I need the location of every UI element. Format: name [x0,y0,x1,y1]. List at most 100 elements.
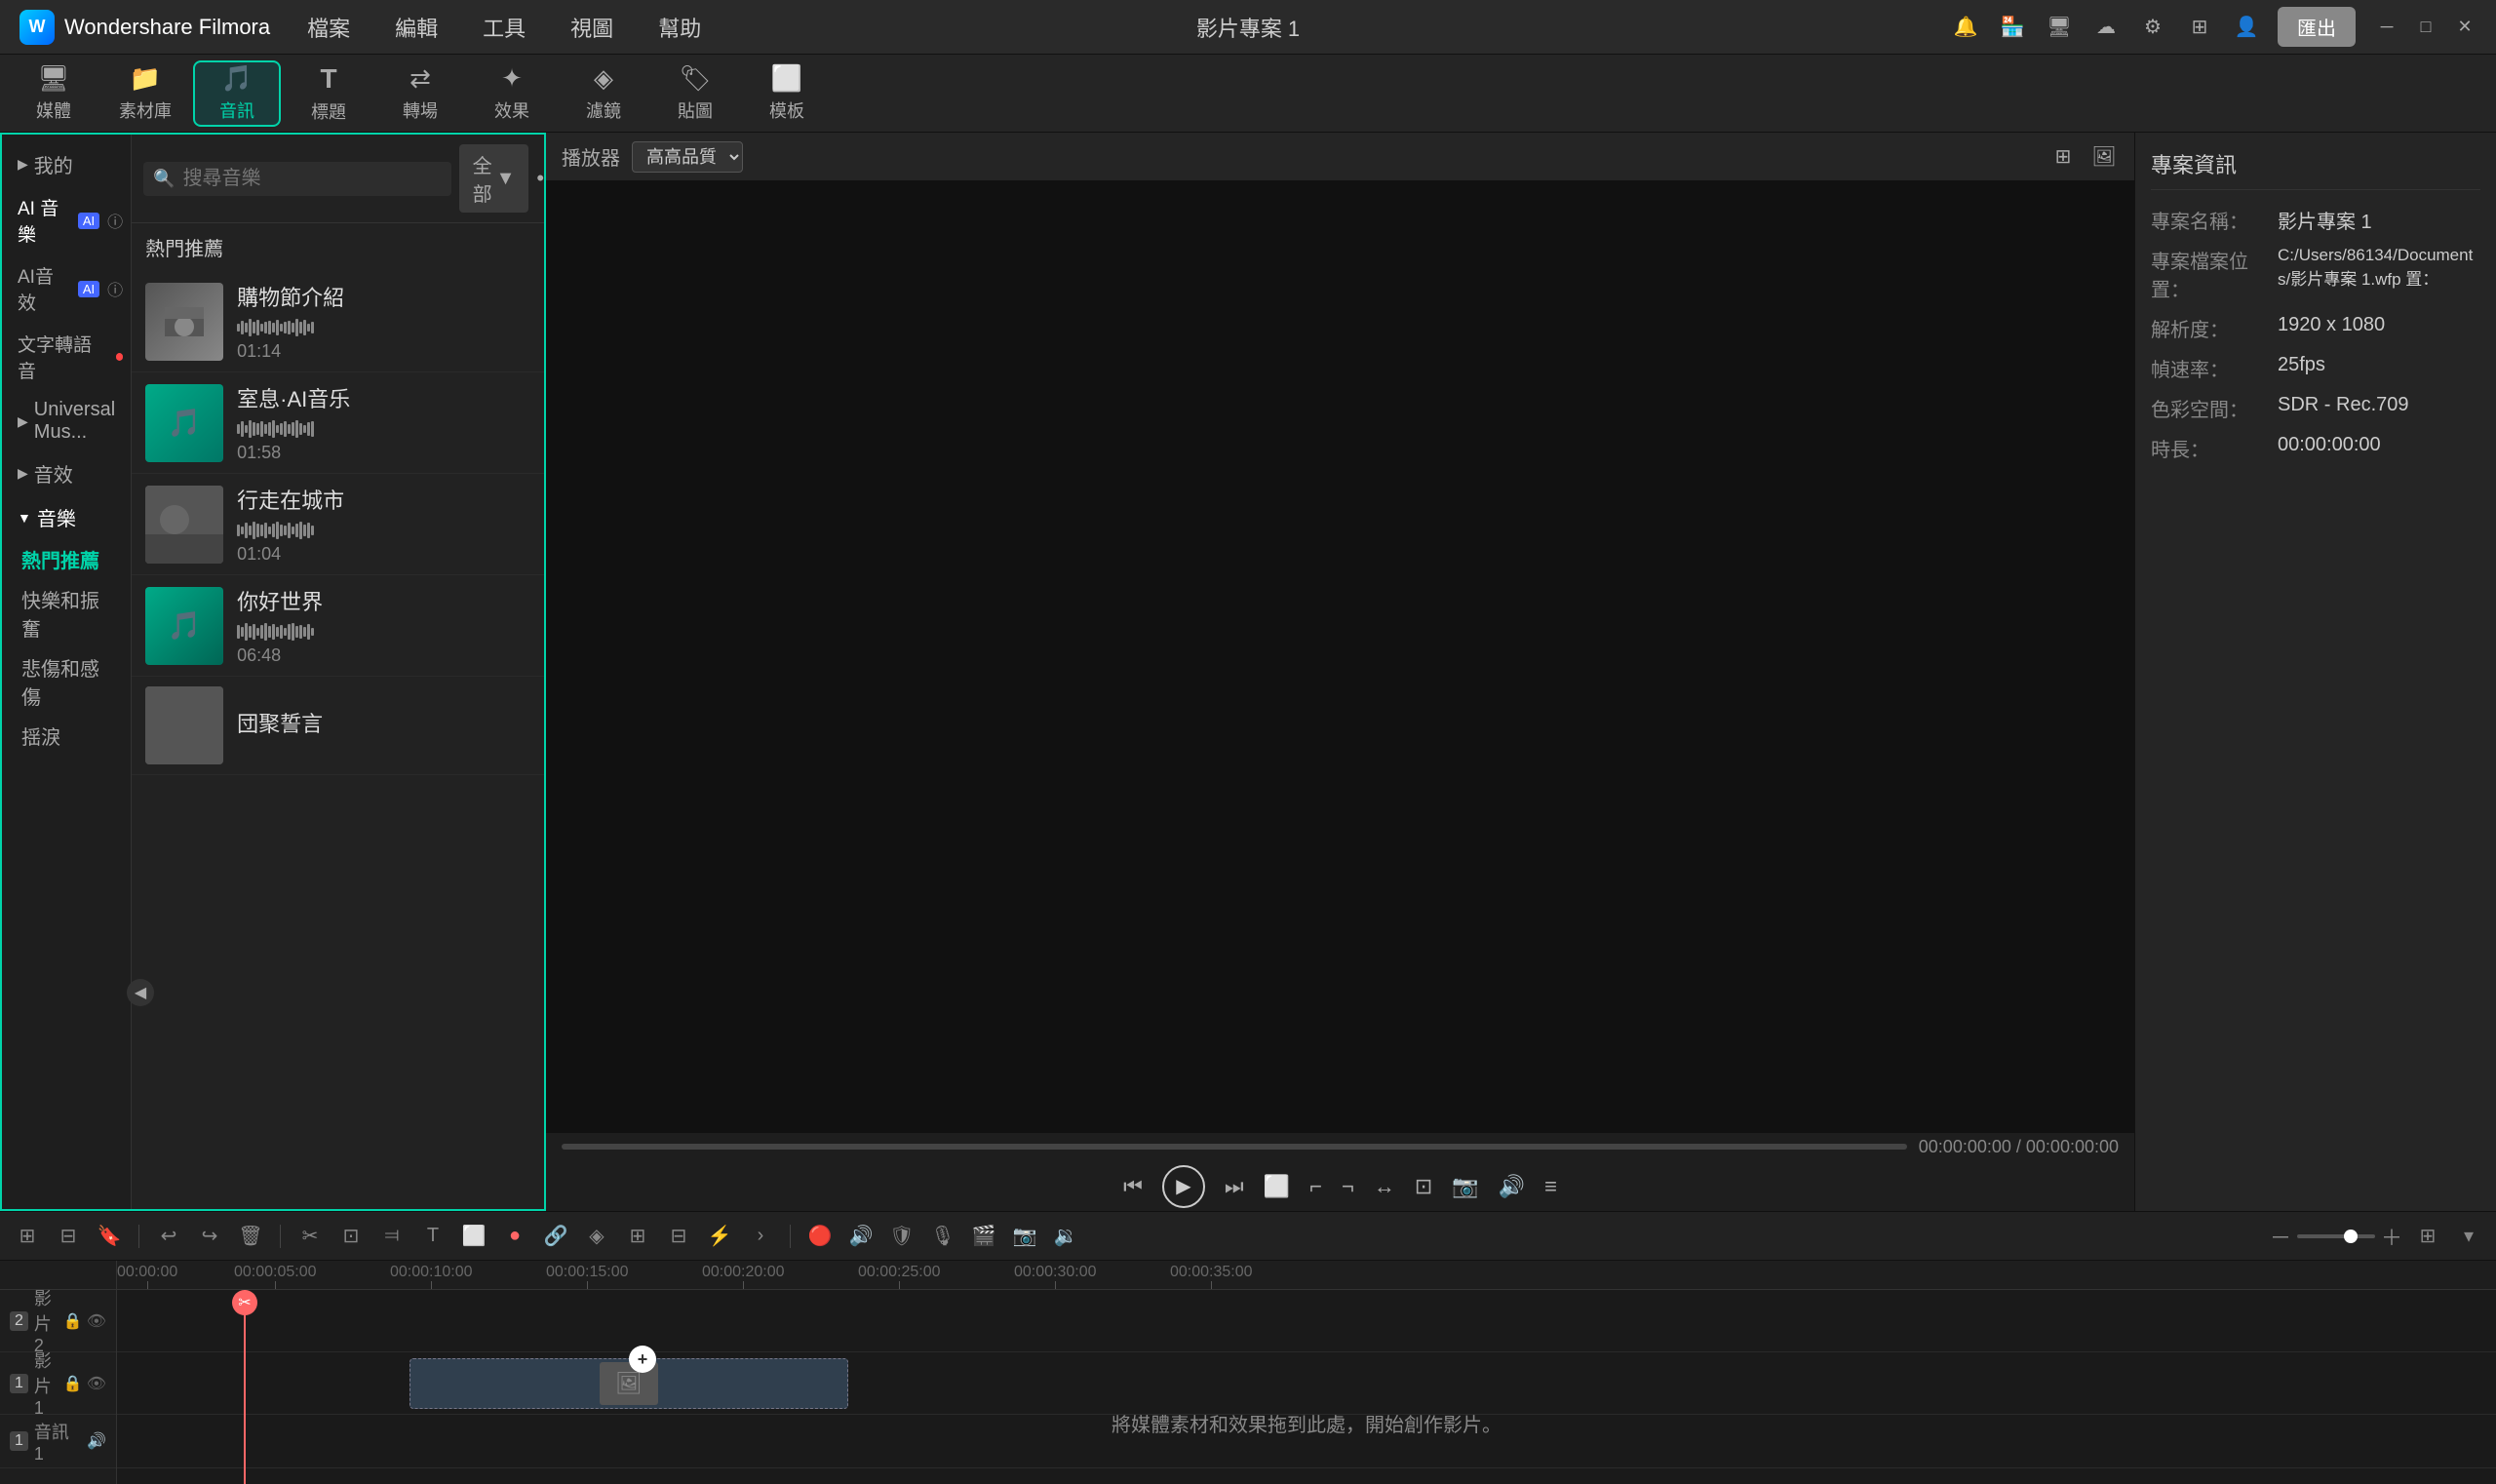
toolbar-sticker[interactable]: 🏷 貼圖 [651,60,739,127]
mask-tool-btn[interactable]: ◈ [581,1221,612,1252]
redo-button[interactable]: ↪ [194,1221,225,1252]
track-vol-icon[interactable]: 🔊 [87,1431,106,1451]
sidebar-item-music[interactable]: ▼ 音樂 [2,495,131,539]
auto-track-button[interactable]: ⊟ [53,1221,84,1252]
more-tools-btn[interactable]: › [745,1221,776,1252]
clip-button[interactable]: ⊡ [1415,1174,1432,1199]
download-icon[interactable]: ⬇ [541,613,544,638]
minimize-button[interactable]: ─ [2375,16,2398,39]
download-icon[interactable]: ⬇ [541,512,544,536]
group-btn[interactable]: ⊞ [622,1221,653,1252]
sidebar-item-mine[interactable]: ▶ 我的 [2,142,131,186]
go-start-button[interactable]: ⏮ [1123,1174,1143,1199]
mark-in-button[interactable]: ⌐ [1309,1174,1322,1199]
track-eye-icon[interactable]: 👁 [87,1374,106,1393]
toolbar-audio[interactable]: 🎵 音訊 [193,60,281,127]
search-input[interactable] [183,168,442,190]
sidebar-subitem-sad[interactable]: 悲傷和感傷 [2,647,131,716]
export-button[interactable]: 匯出 [2278,7,2356,47]
trim-tool-btn[interactable]: ⊡ [335,1221,367,1252]
music-item[interactable]: 🎵 室息·AI音乐 01:58 ⬇ [132,372,544,474]
snapshot-icon[interactable]: 🖼 [2089,142,2119,172]
toolbar-transition[interactable]: ⇄ 轉場 [376,60,464,127]
zoom-slider[interactable] [2297,1234,2375,1238]
markers-button[interactable]: 🔖 [94,1221,125,1252]
mark-out-button[interactable]: ¬ [1342,1174,1354,1199]
sidebar-item-ai-effect[interactable]: AI音效 AI ⓘ [2,254,131,323]
user-avatar[interactable]: 👤 [2231,12,2262,43]
music-item[interactable]: 購物節介紹 01:14 [132,271,544,372]
color-tool-btn[interactable]: ● [499,1221,530,1252]
progress-bar[interactable] [562,1144,1907,1150]
play-pause-button[interactable]: ▶ [1162,1165,1205,1208]
maximize-button[interactable]: □ [2414,16,2438,39]
download-cloud-icon[interactable]: ☁ [2090,12,2122,43]
speed-btn[interactable]: ⚡ [704,1221,735,1252]
toolbar-template[interactable]: ⬜ 模板 [743,60,831,127]
draw-tool-btn[interactable]: ⬜ [458,1221,489,1252]
ungroup-btn[interactable]: ⊟ [663,1221,694,1252]
shield-btn[interactable]: 🛡 [886,1221,917,1252]
cut-button[interactable]: ✂ [294,1221,326,1252]
audio-detect-btn[interactable]: 🔊 [845,1221,877,1252]
zoom-in-button[interactable]: ＋ [2381,1221,2402,1252]
close-button[interactable]: ✕ [2453,16,2476,39]
trim-button[interactable]: ↔ [1374,1174,1395,1199]
toolbar-effect[interactable]: ✦ 效果 [468,60,556,127]
stop-button[interactable]: ⬜ [1264,1174,1290,1199]
track-lock-icon[interactable]: 🔒 [63,1311,83,1331]
toolbar-filter[interactable]: ◈ 濾鏡 [560,60,647,127]
settings-icon[interactable]: ⚙ [2137,12,2168,43]
sidebar-item-universal[interactable]: ▶ Universal Mus... [2,391,131,451]
vol-btn[interactable]: 🔉 [1050,1221,1081,1252]
track-eye-icon[interactable]: 👁 [87,1311,106,1331]
video-clip[interactable]: + 🖼 [410,1358,848,1409]
quality-select[interactable]: 高高品質 [632,141,743,173]
go-end-button[interactable]: ⏭ [1225,1174,1244,1199]
zoom-out-button[interactable]: － [2270,1221,2291,1252]
fullscreen-icon[interactable]: ⊞ [2048,142,2078,172]
music-item[interactable]: 🎵 你好世界 06:48 ⬇ [132,575,544,677]
link-tool-btn[interactable]: 🔗 [540,1221,571,1252]
snapshot-btn[interactable]: 📷 [1452,1174,1478,1199]
playhead[interactable]: ✂ [244,1290,246,1484]
filter-button[interactable]: 全部 ▼ [459,144,529,213]
sidebar-item-text-speech[interactable]: 文字轉語音 [2,323,131,391]
more-controls-btn[interactable]: ≡ [1544,1174,1557,1199]
sidebar-collapse-btn[interactable]: ◀ [127,979,154,1006]
volume-button[interactable]: 🔊 [1499,1174,1525,1199]
clip-btn2[interactable]: 🎬 [968,1221,999,1252]
toolbar-media[interactable]: 🖥 媒體 [10,60,98,127]
notification-icon[interactable]: 🔔 [1950,12,1981,43]
sidebar-item-sfx[interactable]: ▶ 音效 [2,451,131,495]
add-to-clip-button[interactable]: + [629,1346,656,1373]
sidebar-item-ai-music[interactable]: AI 音樂 AI ⓘ [2,186,131,254]
track-lock-icon[interactable]: 🔒 [63,1374,83,1393]
undo-button[interactable]: ↩ [153,1221,184,1252]
grid-view-btn[interactable]: ⊞ [2412,1221,2443,1252]
sidebar-subitem-popular[interactable]: 熱門推薦 [2,539,131,579]
menu-edit[interactable]: 編輯 [387,8,446,47]
photo-btn[interactable]: 📷 [1009,1221,1040,1252]
mic-btn[interactable]: 🎙 [927,1221,958,1252]
toolbar-material[interactable]: 📁 素材庫 [101,60,189,127]
music-item[interactable]: 団聚誓言 [132,677,544,775]
menu-file[interactable]: 檔案 [299,8,358,47]
snap-btn[interactable]: 🔴 [804,1221,836,1252]
more-button[interactable]: ••• [536,166,544,191]
menu-tools[interactable]: 工具 [475,8,533,47]
sidebar-subitem-happy[interactable]: 快樂和振奮 [2,579,131,647]
monitor-icon[interactable]: 🖥 [2044,12,2075,43]
menu-view[interactable]: 視圖 [563,8,621,47]
delete-button[interactable]: 🗑 [235,1221,266,1252]
split-audio-btn[interactable]: ⫤ [376,1221,408,1252]
add-track-button[interactable]: ⊞ [12,1221,43,1252]
menu-help[interactable]: 幫助 [650,8,709,47]
download-icon[interactable]: ⬇ [541,410,544,435]
music-item[interactable]: 行走在城市 01:04 ⬇ [132,474,544,575]
toolbar-title[interactable]: T 標題 [285,60,372,127]
grid-icon[interactable]: ⊞ [2184,12,2215,43]
sidebar-subitem-relax[interactable]: 揺淚 [2,716,131,756]
text-tool-btn[interactable]: T [417,1221,448,1252]
layout-btn[interactable]: ▾ [2453,1221,2484,1252]
